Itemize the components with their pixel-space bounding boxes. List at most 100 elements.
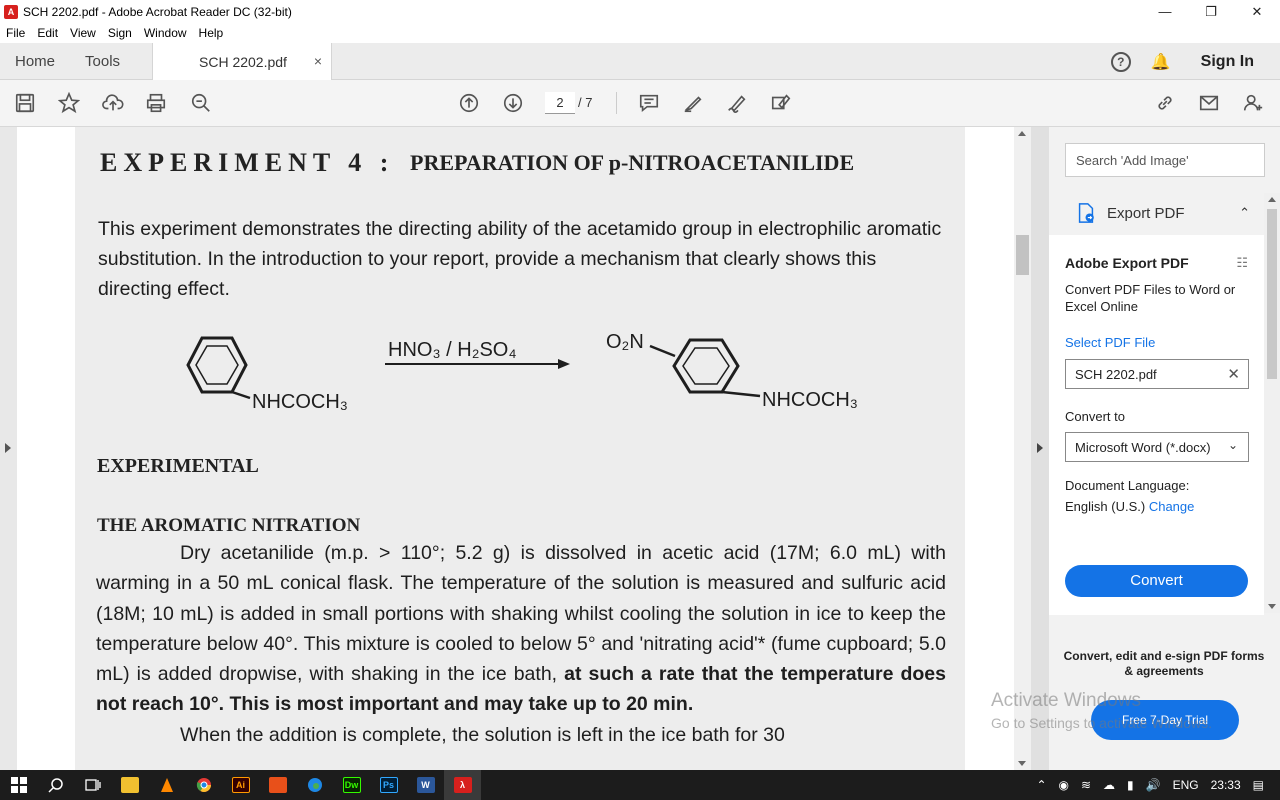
page-down-icon[interactable] xyxy=(500,90,526,116)
menu-help[interactable]: Help xyxy=(193,26,230,40)
collapse-right-icon[interactable] xyxy=(1037,443,1043,453)
language-indicator[interactable]: ENG xyxy=(1173,778,1199,792)
window-controls: — ❐ ✕ xyxy=(1142,0,1280,23)
tools-pane-scrollbar[interactable] xyxy=(1264,193,1280,613)
change-language-link[interactable]: Change xyxy=(1149,499,1195,514)
expand-left-icon[interactable] xyxy=(5,443,11,453)
close-window-button[interactable]: ✕ xyxy=(1234,0,1280,23)
scroll-down-icon[interactable] xyxy=(1018,761,1026,766)
page-up-icon[interactable] xyxy=(456,90,482,116)
menu-file[interactable]: File xyxy=(0,26,31,40)
export-pdf-body: Adobe Export PDF ☷ Convert PDF Files to … xyxy=(1049,235,1264,615)
toolbar-divider xyxy=(616,92,617,114)
title-bar: A SCH 2202.pdf - Adobe Acrobat Reader DC… xyxy=(0,0,1280,23)
zoom-icon[interactable] xyxy=(188,90,214,116)
doc-language-label: Document Language: xyxy=(1065,478,1190,493)
nitro-group: O₂N xyxy=(606,331,644,353)
activate-windows-watermark: Activate Windows xyxy=(991,690,1141,711)
menu-view[interactable]: View xyxy=(64,26,102,40)
minimize-button[interactable]: — xyxy=(1142,0,1188,23)
scroll-down-icon[interactable] xyxy=(1268,604,1276,609)
scroll-thumb[interactable] xyxy=(1016,235,1029,275)
menu-edit[interactable]: Edit xyxy=(31,26,64,40)
system-tray: ⌃ ◉ ≋ ☁ ▮ 🔊 ENG 23:33 ▤ xyxy=(1036,770,1280,800)
menu-window[interactable]: Window xyxy=(138,26,193,40)
activate-windows-subtext: Go to Settings to activate Windows. xyxy=(991,715,1212,731)
experiment-title: PREPARATION OF p-NITROACETANILIDE xyxy=(410,150,855,175)
mail-icon[interactable] xyxy=(1196,90,1222,116)
sign-in-button[interactable]: Sign In xyxy=(1201,53,1254,71)
add-user-icon[interactable] xyxy=(1240,90,1266,116)
selected-file-field[interactable]: SCH 2202.pdf ✕ xyxy=(1065,359,1249,389)
acrobat-taskbar-icon[interactable]: λ xyxy=(444,770,481,800)
convert-button[interactable]: Convert xyxy=(1065,565,1248,597)
left-panel-toggle[interactable] xyxy=(0,127,17,770)
right-panel-toggle[interactable] xyxy=(1031,127,1049,770)
restore-button[interactable]: ❐ xyxy=(1188,0,1234,23)
dreamweaver-icon[interactable]: Dw xyxy=(333,770,370,800)
doc-language-row: English (U.S.) Change xyxy=(1065,499,1194,514)
chrome-icon[interactable] xyxy=(185,770,222,800)
help-icon[interactable]: ? xyxy=(1110,51,1131,72)
notification-icon[interactable]: ▤ xyxy=(1253,778,1264,792)
vlc-icon[interactable] xyxy=(148,770,185,800)
windows-icon[interactable] xyxy=(0,770,37,800)
export-pdf-header[interactable]: Export PDF ⌃ xyxy=(1049,193,1264,233)
highlight-icon[interactable] xyxy=(680,90,706,116)
chevron-up-icon[interactable]: ⌃ xyxy=(1239,205,1250,221)
tab-document[interactable]: SCH 2202.pdf × xyxy=(152,43,332,80)
star-icon[interactable] xyxy=(56,90,82,116)
upload-icon[interactable] xyxy=(100,90,126,116)
reagent-label: HNO₃ / H₂SO₄ xyxy=(388,339,517,361)
close-tab-icon[interactable]: × xyxy=(314,53,322,69)
adobe-export-title: Adobe Export PDF xyxy=(1065,255,1189,271)
section-nitration: THE AROMATIC NITRATION xyxy=(97,515,361,536)
wifi-icon[interactable]: ≋ xyxy=(1081,778,1091,792)
word-icon[interactable]: W xyxy=(407,770,444,800)
network-icon[interactable]: ◉ xyxy=(1059,778,1069,792)
clock[interactable]: 23:33 xyxy=(1211,778,1241,792)
clear-file-icon[interactable]: ✕ xyxy=(1227,365,1240,383)
tab-bar: Home Tools SCH 2202.pdf × ? 🔔 Sign In xyxy=(0,43,1280,80)
edge-icon[interactable] xyxy=(296,770,333,800)
page-number-input[interactable]: 2 xyxy=(545,92,575,114)
comment-icon[interactable] xyxy=(636,90,662,116)
tab-home[interactable]: Home xyxy=(0,43,70,80)
tools-search-input[interactable]: Search 'Add Image' xyxy=(1065,143,1265,177)
reactant-group: NHCOCH₃ xyxy=(252,391,348,413)
chevron-up-icon[interactable]: ⌃ xyxy=(1036,778,1046,792)
save-icon[interactable] xyxy=(12,90,38,116)
sign-icon[interactable] xyxy=(724,90,750,116)
convert-format-value: Microsoft Word (*.docx) xyxy=(1075,440,1211,455)
search-icon[interactable] xyxy=(37,770,74,800)
select-file-label[interactable]: Select PDF File xyxy=(1065,335,1155,350)
chevron-down-icon: ⌄ xyxy=(1227,438,1238,452)
reaction-scheme: NHCOCH₃ HNO₃ / H₂SO₄ O₂N NHCOCH₃ xyxy=(186,331,858,413)
print-icon[interactable] xyxy=(143,90,169,116)
export-description: Convert PDF Files to Word or Excel Onlin… xyxy=(1065,282,1236,314)
tab-tools[interactable]: Tools xyxy=(70,43,135,80)
app-icon[interactable] xyxy=(259,770,296,800)
scroll-up-icon[interactable] xyxy=(1268,197,1276,202)
fill-sign-icon[interactable] xyxy=(768,90,794,116)
scroll-up-icon[interactable] xyxy=(1018,131,1026,136)
photoshop-icon[interactable]: Ps xyxy=(370,770,407,800)
link-icon[interactable] xyxy=(1152,90,1178,116)
promo-text: Convert, edit and e-sign PDF forms & agr… xyxy=(1063,649,1265,678)
illustrator-icon[interactable]: Ai xyxy=(222,770,259,800)
tools-pane: Search 'Add Image' Export PDF ⌃ Adobe Ex… xyxy=(1049,127,1280,770)
volume-icon[interactable]: 🔊 xyxy=(1146,778,1161,792)
toolbar: 2 / 7 xyxy=(0,80,1280,127)
task-view-icon[interactable] xyxy=(74,770,111,800)
document-scrollbar[interactable] xyxy=(1014,127,1031,770)
body-text: Dry acetanilide (m.p. > 110°; 5.2 g) is … xyxy=(96,538,946,750)
cloud-icon[interactable]: ☁ xyxy=(1103,778,1115,792)
scroll-thumb[interactable] xyxy=(1267,209,1277,379)
tab-document-label: SCH 2202.pdf xyxy=(199,53,287,70)
file-explorer-icon[interactable] xyxy=(111,770,148,800)
export-info-icon[interactable]: ☷ xyxy=(1236,255,1248,271)
battery-icon[interactable]: ▮ xyxy=(1127,778,1134,792)
bell-icon[interactable]: 🔔 xyxy=(1151,52,1171,72)
convert-format-select[interactable]: Microsoft Word (*.docx) ⌄ xyxy=(1065,432,1249,462)
menu-sign[interactable]: Sign xyxy=(102,26,138,40)
